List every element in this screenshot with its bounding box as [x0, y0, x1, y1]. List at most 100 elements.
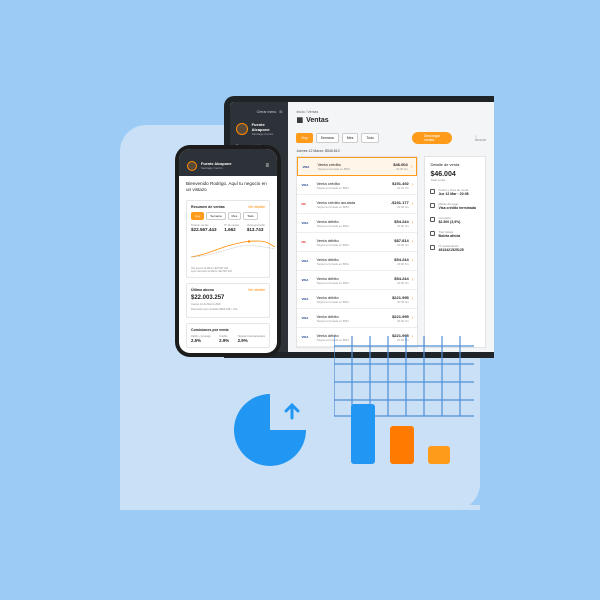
sale-row[interactable]: MC Venta crédito anulada Tarjeta terminada… — [297, 195, 418, 214]
upload-arrow-icon — [284, 402, 300, 420]
phone-body: Bienvenido Rodrigo. Aquí tu negocio en u… — [179, 176, 277, 353]
deposit-note: Descuento por comisión $564.186 + IVA — [191, 307, 238, 311]
detail-amount-label: Total venta — [430, 178, 445, 182]
visa-icon: VISA — [301, 183, 309, 187]
detail-item: Tipo boleta Boleta afecta — [430, 230, 480, 238]
sale-row[interactable]: VISA Venta crédito Tarjeta terminada en 88… — [297, 157, 418, 176]
sale-amount: $221.995 — [392, 294, 409, 300]
phone: Fuente Alcapone Santiago Centro ≡ Bienve… — [175, 145, 281, 357]
deposit-title: Último abono — [191, 287, 214, 292]
sale-time: 20:00 hrs — [397, 204, 409, 209]
chevron-right-icon: › — [411, 258, 414, 264]
sales-list: VISA Venta crédito Tarjeta terminada en 88… — [296, 156, 419, 348]
store-selector[interactable]: Fuente Alcapone Santiago Centro — [236, 122, 282, 136]
breadcrumb: Inicio / Ventas — [296, 110, 319, 114]
store-location: Santiago Centro — [251, 132, 274, 136]
detail-value: 4913421525125 — [438, 248, 464, 252]
sale-time: 20:00 hrs — [397, 242, 409, 247]
sale-row[interactable]: VISA Venta débito Tarjeta terminada en 886… — [297, 290, 418, 309]
filter-all[interactable]: Todo — [361, 133, 379, 143]
toolbar: Hoy Semana Mes Todo Descargar ventas ⌕ B… — [296, 132, 486, 144]
sales-summary-card: Resumen de ventas Ver detalle Hoy Semana… — [186, 199, 276, 278]
visa-icon: VISA — [301, 335, 309, 339]
detail-icon — [430, 189, 436, 194]
close-icon: ☒ — [279, 110, 283, 114]
deposit-detail-link[interactable]: Ver detalle — [248, 288, 265, 292]
visa-icon: VISA — [301, 297, 309, 301]
fee-value: 2.9% — [219, 337, 230, 343]
chevron-right-icon: › — [411, 220, 414, 226]
sale-amount: $54.244 — [394, 275, 409, 281]
menu-icon[interactable]: ≡ — [265, 163, 269, 169]
stat-value: $13.743 — [246, 226, 264, 232]
chevron-right-icon: › — [411, 315, 414, 321]
filter-all[interactable]: Todo — [243, 211, 258, 220]
chevron-right-icon: › — [410, 163, 413, 170]
fees-list: Débito y prepago 2.5% Crédito 2.9% Tarjeta… — [191, 335, 265, 343]
sale-row[interactable]: VISA Venta débito Tarjeta terminada en 886… — [297, 252, 418, 271]
fee-value: 2.5% — [191, 337, 202, 343]
sale-row[interactable]: VISA Venta débito Tarjeta terminada en 886… — [297, 309, 418, 328]
detail-value: Jue 12 Mar · 20:08 — [438, 192, 469, 196]
visa-icon: VISA — [301, 259, 309, 263]
sales-detail-link[interactable]: Ver detalle — [248, 205, 265, 209]
sale-card: Tarjeta terminada en 8861 — [316, 318, 349, 323]
visa-icon: VISA — [301, 316, 309, 320]
sales-summary-title: Resumen de ventas — [191, 204, 225, 209]
phone-header: Fuente Alcapone Santiago Centro ≡ — [179, 149, 277, 176]
sales-line-chart — [190, 240, 276, 258]
filter-week[interactable]: Semana — [206, 211, 226, 220]
close-menu-button[interactable]: Cerrar menú ☒ — [236, 110, 283, 114]
detail-value: $2.300 (3,9%) — [438, 220, 461, 224]
sale-time: 20:00 hrs — [397, 299, 409, 304]
detail-item: Medio de pago Visa crédito terminada — [430, 202, 480, 210]
sale-row[interactable]: MC Venta débito Tarjeta terminada en 8861 $… — [297, 233, 418, 252]
legend-yesterday: Ayer miércoles 11 Marzo: $22.567.443 — [191, 269, 232, 273]
filter-week[interactable]: Semana — [315, 133, 339, 143]
store-location: Santiago Centro — [201, 165, 223, 170]
fees-card: Comisiones por venta Débito y prepago 2.5… — [186, 322, 270, 348]
chevron-right-icon: › — [411, 296, 414, 302]
visa-icon: VISA — [302, 164, 310, 169]
sale-row[interactable]: VISA Venta débito Tarjeta terminada en 886… — [297, 214, 418, 233]
sale-card: Tarjeta terminada en 8861 — [317, 167, 350, 171]
filter-month[interactable]: Mes — [341, 133, 359, 143]
sale-card: Tarjeta terminada en 8861 — [316, 242, 349, 247]
bar-chart-icon — [351, 404, 375, 464]
sale-card: Tarjeta terminada en 8861 — [316, 280, 349, 285]
deposit-amount: $22.003.257 — [191, 294, 225, 301]
filter-month[interactable]: Mes — [227, 211, 242, 220]
search-placeholder: Buscar — [475, 138, 486, 142]
detail-icon — [430, 245, 436, 250]
close-menu-label: Cerrar menú — [256, 110, 277, 114]
sale-card: Tarjeta terminada en 8861 — [316, 299, 349, 304]
mastercard-icon: MC — [301, 202, 307, 206]
sales-stats: Total en ventas $22.567.443 N° de ventas 1… — [191, 224, 265, 232]
search-input[interactable]: ⌕ Buscar — [475, 134, 486, 142]
visa-icon: VISA — [301, 278, 309, 282]
download-sales-button[interactable]: Descargar ventas — [411, 132, 453, 144]
main-content: Inicio / Ventas ▦ Ventas Hoy Semana Mes … — [288, 102, 494, 352]
welcome-text: Bienvenido Rodrigo. Aquí tu negocio en u… — [186, 181, 267, 193]
detail-icon — [430, 203, 436, 208]
sale-time: 20:00 hrs — [397, 318, 409, 323]
filter-today[interactable]: Hoy — [296, 133, 313, 143]
chevron-right-icon: › — [411, 201, 414, 207]
chevron-right-icon: › — [411, 239, 414, 245]
stat-value: 1.662 — [224, 226, 236, 232]
detail-value: Boleta afecta — [438, 234, 461, 238]
filter-today[interactable]: Hoy — [191, 211, 205, 220]
page-title: ▦ Ventas — [296, 116, 486, 125]
sale-row[interactable]: VISA Venta débito Tarjeta terminada en 886… — [297, 271, 418, 290]
sale-detail-panel: Detalle de venta $46.004 Total venta Fec… — [424, 156, 486, 348]
detail-items: Fecha y hora de venta Jue 12 Mar · 20:08 M… — [430, 188, 480, 252]
visa-icon: VISA — [301, 221, 309, 225]
sale-card: Tarjeta terminada en 8861 — [316, 185, 349, 190]
stat-value: $22.567.443 — [191, 226, 217, 232]
sale-row[interactable]: VISA Venta crédito Tarjeta terminada en 88… — [297, 176, 418, 195]
page-title-text: Ventas — [306, 116, 329, 124]
detail-icon — [430, 231, 436, 236]
bar-chart-icon — [390, 426, 414, 464]
detail-item: N° autorización 4913421525125 — [430, 244, 480, 252]
sale-amount: $191.492 — [392, 180, 409, 186]
